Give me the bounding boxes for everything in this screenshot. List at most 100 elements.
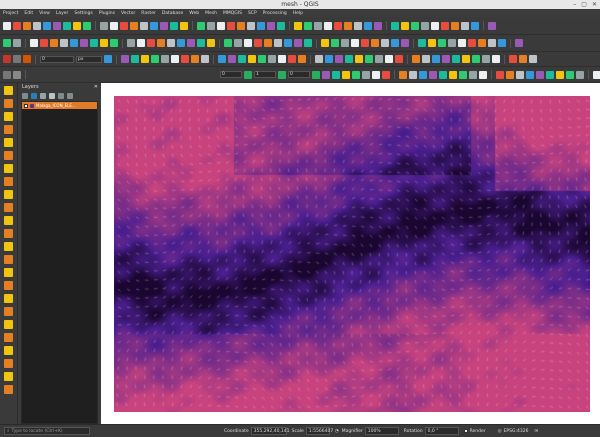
save-icon[interactable] xyxy=(344,21,352,30)
select-icon[interactable] xyxy=(180,21,188,30)
mesh-render[interactable] xyxy=(114,96,590,412)
new-project-icon[interactable] xyxy=(412,55,420,63)
pan-icon[interactable] xyxy=(207,39,215,47)
digitize-icon[interactable] xyxy=(3,55,11,63)
open-icon[interactable] xyxy=(401,39,409,47)
select-icon[interactable] xyxy=(268,55,276,63)
measure-icon[interactable] xyxy=(459,70,467,79)
digit-a-input[interactable]: 0 xyxy=(220,71,242,78)
maximize-icon[interactable]: ▢ xyxy=(581,1,587,8)
zoom-in-icon[interactable] xyxy=(110,39,118,47)
select-icon[interactable] xyxy=(73,21,81,30)
select-icon[interactable] xyxy=(375,55,383,63)
identify-icon[interactable] xyxy=(546,70,554,79)
open-icon[interactable] xyxy=(334,21,342,30)
save-icon[interactable] xyxy=(432,55,440,63)
new-project-icon[interactable] xyxy=(479,70,487,79)
measure-icon[interactable] xyxy=(371,39,379,47)
measure-icon[interactable] xyxy=(197,21,205,30)
collapse-icon[interactable] xyxy=(67,92,73,99)
measure-icon[interactable] xyxy=(478,39,486,47)
menu-processing[interactable]: Processing xyxy=(263,11,287,16)
new-project-icon[interactable] xyxy=(593,70,600,79)
pan-icon[interactable] xyxy=(228,55,236,63)
pan-icon[interactable] xyxy=(140,21,148,30)
new-project-icon[interactable] xyxy=(217,21,225,30)
select-icon[interactable] xyxy=(556,70,564,79)
vertex-tool-icon[interactable] xyxy=(13,55,21,63)
pan-icon[interactable] xyxy=(321,39,329,47)
new-project-icon[interactable] xyxy=(391,39,399,47)
select-icon[interactable] xyxy=(254,39,262,47)
zoom-out-icon[interactable] xyxy=(488,21,496,30)
new-project-icon[interactable] xyxy=(191,55,199,63)
menu-mmqgis[interactable]: MMQGIS xyxy=(223,11,242,16)
menu-raster[interactable]: Raster xyxy=(141,11,156,16)
layer-item[interactable]: Malaga_ICON_ELE... xyxy=(22,102,97,109)
zoom-out-icon[interactable] xyxy=(4,112,13,121)
save-icon[interactable] xyxy=(418,39,426,47)
identify-icon[interactable] xyxy=(63,21,71,30)
identify-icon[interactable] xyxy=(365,55,373,63)
save-icon[interactable] xyxy=(451,21,459,30)
add-group-icon[interactable] xyxy=(31,92,37,99)
open-icon[interactable] xyxy=(4,320,13,329)
new-project-icon[interactable] xyxy=(372,70,380,79)
zoom-out-icon[interactable] xyxy=(234,39,242,47)
pan-icon[interactable] xyxy=(428,39,436,47)
globe-icon[interactable]: ◎ xyxy=(498,429,502,434)
rotation-field[interactable]: 0,0 ° xyxy=(424,427,459,435)
save-icon[interactable] xyxy=(399,70,407,79)
menu-scp[interactable]: SCP xyxy=(248,11,257,16)
menu-layer[interactable]: Layer xyxy=(56,11,69,16)
zoom-out-icon[interactable] xyxy=(355,55,363,63)
digitize-icon[interactable] xyxy=(100,21,108,30)
open-icon[interactable] xyxy=(4,190,13,199)
save-icon[interactable] xyxy=(197,39,205,47)
apply-b-icon[interactable] xyxy=(278,70,286,79)
open-icon[interactable] xyxy=(382,70,390,79)
open-icon[interactable] xyxy=(201,55,209,63)
measure-icon[interactable] xyxy=(352,70,360,79)
menu-settings[interactable]: Settings xyxy=(74,11,92,16)
lock-icon[interactable]: ◔ xyxy=(335,429,339,434)
scale-field[interactable]: 1:5566407 xyxy=(305,427,333,435)
messages-icon[interactable]: ✉ xyxy=(534,429,538,434)
menu-web[interactable]: Web xyxy=(189,11,199,16)
new-project-icon[interactable] xyxy=(70,39,78,47)
open-icon[interactable] xyxy=(515,39,523,47)
zoom-in-icon[interactable] xyxy=(526,70,534,79)
identify-icon[interactable] xyxy=(458,39,466,47)
measure-icon[interactable] xyxy=(4,151,13,160)
digitize-icon[interactable] xyxy=(576,70,584,79)
zoom-in-icon[interactable] xyxy=(471,21,479,30)
minimize-icon[interactable]: – xyxy=(573,1,576,8)
open-icon[interactable] xyxy=(13,21,21,30)
magnifier-field[interactable]: 100% xyxy=(364,427,399,435)
digitize-icon[interactable] xyxy=(181,55,189,63)
identify-icon[interactable] xyxy=(244,39,252,47)
select-icon[interactable] xyxy=(342,70,350,79)
identify-icon[interactable] xyxy=(439,70,447,79)
new-project-icon[interactable] xyxy=(324,21,332,30)
menu-plugins[interactable]: Plugins xyxy=(99,11,115,16)
apply-a-icon[interactable] xyxy=(244,70,252,79)
open-icon[interactable] xyxy=(294,39,302,47)
open-icon[interactable] xyxy=(529,55,537,63)
select-icon[interactable] xyxy=(449,70,457,79)
save-icon[interactable] xyxy=(104,55,112,63)
pan-icon[interactable] xyxy=(461,21,469,30)
zoom-in-icon[interactable] xyxy=(345,55,353,63)
open-icon[interactable] xyxy=(120,21,128,30)
zoom-out-icon[interactable] xyxy=(374,21,382,30)
zoom-out-icon[interactable] xyxy=(4,242,13,251)
expand-icon[interactable] xyxy=(58,92,64,99)
identify-icon[interactable] xyxy=(391,21,399,30)
new-project-icon[interactable] xyxy=(431,21,439,30)
open-icon[interactable] xyxy=(496,70,504,79)
identify-icon[interactable] xyxy=(4,385,13,394)
pan-icon[interactable] xyxy=(4,86,13,95)
select-icon[interactable] xyxy=(147,39,155,47)
zoom-out-icon[interactable] xyxy=(13,39,21,47)
style-icon[interactable] xyxy=(22,92,28,99)
